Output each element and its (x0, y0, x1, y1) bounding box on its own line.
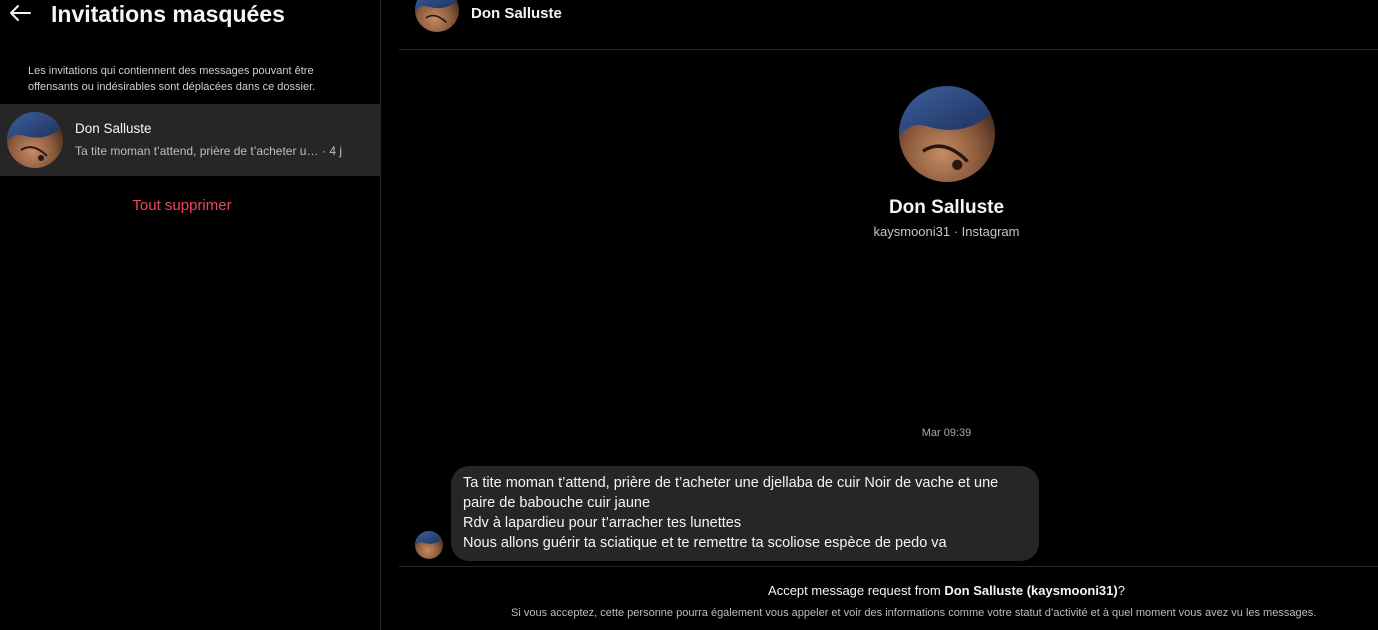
conversation-panel: Don Salluste Don Salluste kaysmooni31 · … (399, 0, 1378, 630)
conversation-header: Don Salluste (399, 0, 1378, 50)
profile-name: Don Salluste (888, 197, 1005, 218)
profile-subtitle: kaysmooni31 · Instagram (873, 224, 1020, 239)
app-window: Invitations masquées Les invitations qui… (0, 0, 1378, 630)
panel-divider (382, 0, 399, 630)
thread-item[interactable]: Don Salluste Ta tite moman t’attend, pri… (0, 104, 381, 176)
message-timestamp: Mar 09:39 (921, 427, 972, 439)
message-line: Ta tite moman t’attend, prière de t’ache… (463, 475, 999, 511)
message-line: Rdv à lapardieu pour t’arracher tes lune… (463, 515, 742, 531)
message-bubble: Ta tite moman t’attend, prière de t’ache… (451, 466, 1039, 561)
hidden-requests-panel: Invitations masquées Les invitations qui… (0, 0, 381, 630)
request-footer: Accept message request from Don Salluste… (399, 566, 1378, 630)
accept-prompt-suffix: ? (1117, 583, 1125, 598)
message-line: Nous allons guérir ta sciatique et te re… (463, 535, 947, 551)
header-username[interactable]: Don Salluste (471, 5, 562, 22)
avatar (7, 112, 63, 168)
accept-prompt: Accept message request from Don Salluste… (399, 583, 1378, 598)
profile-avatar[interactable] (899, 86, 995, 182)
thread-preview: Ta tite moman t’attend, prière de t’ache… (75, 144, 320, 158)
header-avatar[interactable] (415, 0, 459, 32)
arrow-left-icon (10, 5, 31, 21)
back-button[interactable] (6, 0, 34, 26)
folder-description: Les invitations qui contiennent des mess… (28, 65, 316, 93)
delete-all-button[interactable]: Tout supprimer (0, 197, 364, 214)
thread-name: Don Salluste (75, 121, 152, 136)
accept-note: Si vous acceptez, cette personne pourra … (511, 607, 1317, 619)
page-title: Invitations masquées (51, 1, 285, 27)
accept-prompt-prefix: Accept message request from (768, 583, 945, 598)
thread-time: · 4 j (322, 144, 343, 158)
accept-prompt-name: Don Salluste (kaysmooni31) (944, 583, 1118, 598)
message-sender-avatar (415, 531, 443, 559)
